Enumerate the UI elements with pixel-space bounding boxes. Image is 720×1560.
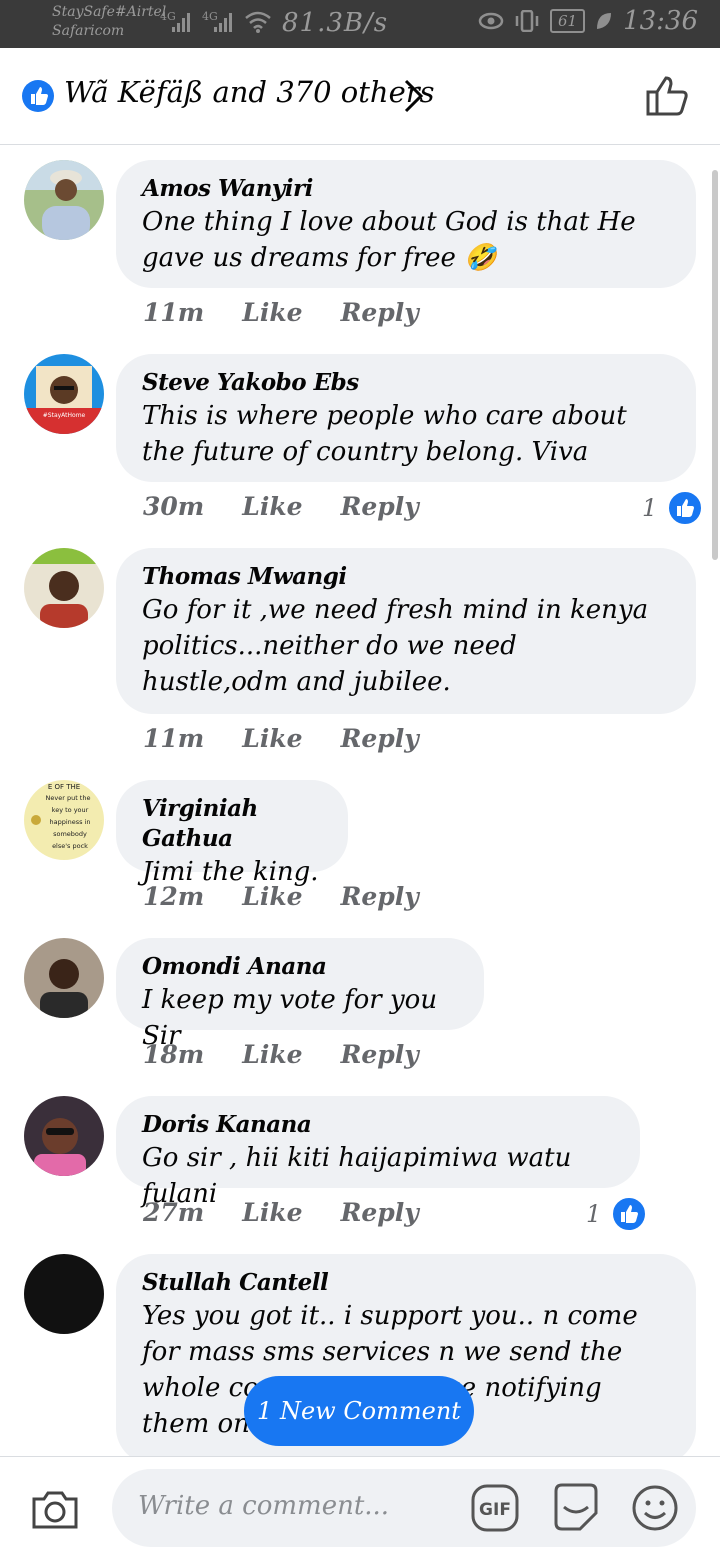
scrollbar[interactable]	[712, 170, 718, 560]
comment-author[interactable]: Thomas Mwangi	[142, 562, 670, 592]
comment-input[interactable]: Write a comment... GIF	[112, 1469, 696, 1547]
avatar[interactable]: E OF THE Never put the key to your happi…	[24, 780, 104, 860]
comment-bubble[interactable]: Virginiah Gathua Jimi the king.	[116, 780, 348, 887]
comment-time: 11m	[143, 724, 205, 753]
comment-author[interactable]: Virginiah Gathua	[142, 794, 322, 854]
like-reaction-icon	[611, 1196, 648, 1232]
comment-actions: 11m Like Reply	[143, 724, 419, 753]
avatar[interactable]	[24, 1254, 104, 1334]
like-reaction-icon	[22, 80, 54, 112]
comment-composer: Write a comment... GIF	[0, 1456, 720, 1560]
reply-link[interactable]: Reply	[341, 724, 419, 753]
avatar[interactable]	[24, 1096, 104, 1176]
new-comment-button[interactable]: 1 New Comment	[244, 1376, 474, 1446]
comment-actions: 30m Like Reply	[143, 492, 419, 521]
gif-label: GIF	[479, 1500, 511, 1520]
reaction-count-value: 1	[586, 1200, 602, 1228]
wifi-icon	[245, 11, 271, 33]
network-speed: 81.3B/s	[282, 8, 389, 38]
comment-text: This is where people who care about the …	[142, 401, 627, 467]
signal-icon-2	[214, 13, 232, 32]
like-link[interactable]: Like	[242, 298, 302, 327]
comment-time: 27m	[143, 1198, 205, 1227]
avatar-text-line: somebody	[53, 830, 87, 838]
like-link[interactable]: Like	[242, 882, 302, 911]
comment-bubble[interactable]: Omondi Anana I keep my vote for you Sir	[116, 938, 484, 1051]
comment-time: 30m	[143, 492, 205, 521]
eye-icon	[478, 12, 504, 30]
sticker-icon[interactable]	[550, 1481, 602, 1533]
like-link[interactable]: Like	[242, 1198, 302, 1227]
avatar[interactable]: #StayAtHome	[24, 354, 104, 434]
reply-link[interactable]: Reply	[341, 1040, 419, 1069]
comment-author[interactable]: Stullah Cantell	[142, 1268, 670, 1298]
emoji-icon[interactable]	[630, 1483, 680, 1533]
reply-link[interactable]: Reply	[341, 298, 419, 327]
avatar-text-line: Never put the	[46, 794, 91, 802]
comment-text: One thing I love about God is that He ga…	[142, 207, 636, 273]
comment-bubble[interactable]: Doris Kanana Go sir , hii kiti haijapimi…	[116, 1096, 640, 1209]
comment-actions: 12m Like Reply	[143, 882, 419, 911]
vibrate-icon	[515, 10, 539, 32]
reply-link[interactable]: Reply	[341, 492, 419, 521]
signal-icon	[172, 13, 190, 32]
comment-actions: 18m Like Reply	[143, 1040, 419, 1069]
comment-actions: 11m Like Reply	[143, 298, 419, 327]
comment-author[interactable]: Doris Kanana	[142, 1110, 614, 1140]
comments-sheet: Wã Këfäß and 370 others Amos Wanyiri One…	[0, 48, 720, 1560]
battery-level: 61	[549, 9, 586, 33]
reply-link[interactable]: Reply	[341, 1198, 419, 1227]
status-right: 61 13:36	[478, 6, 698, 36]
like-link[interactable]: Like	[242, 724, 302, 753]
reactions-header[interactable]: Wã Këfäß and 370 others	[0, 48, 720, 145]
comment-bubble[interactable]: Steve Yakobo Ebs This is where people wh…	[116, 354, 696, 482]
comment-text: Go for it ,we need fresh mind in kenya p…	[142, 595, 649, 697]
comment-bubble[interactable]: Amos Wanyiri One thing I love about God …	[116, 160, 696, 288]
comment-time: 18m	[143, 1040, 205, 1069]
avatar-text-line: happiness in	[49, 818, 90, 826]
comment-bubble[interactable]: Thomas Mwangi Go for it ,we need fresh m…	[116, 548, 696, 714]
reaction-count-value: 1	[642, 494, 658, 522]
comment-actions: 27m Like Reply	[143, 1198, 419, 1227]
avatar[interactable]	[24, 160, 104, 240]
like-outline-icon[interactable]	[644, 74, 690, 118]
chevron-right-icon[interactable]	[402, 78, 426, 114]
avatar-badge-text: #StayAtHome	[43, 412, 86, 419]
avatar-text-line: E OF THE	[48, 783, 80, 791]
avatar-text-line: else's pock	[52, 842, 88, 850]
avatar[interactable]	[24, 548, 104, 628]
status-bar: StaySafe#Airtel Safaricom 4G 4G 81.3B/s …	[0, 0, 720, 48]
comment-placeholder: Write a comment...	[138, 1491, 390, 1521]
camera-icon[interactable]	[30, 1487, 80, 1531]
like-reaction-icon	[667, 490, 704, 526]
avatar[interactable]	[24, 938, 104, 1018]
clock: 13:36	[623, 6, 698, 36]
comment-author[interactable]: Omondi Anana	[142, 952, 458, 982]
reply-link[interactable]: Reply	[341, 882, 419, 911]
reaction-count[interactable]: 1	[642, 490, 704, 526]
gif-icon[interactable]: GIF	[470, 1483, 520, 1533]
avatar-text-line: key to your	[52, 806, 89, 814]
carrier-1: StaySafe#Airtel	[52, 4, 167, 20]
comment-author[interactable]: Steve Yakobo Ebs	[142, 368, 670, 398]
carrier-labels: StaySafe#Airtel Safaricom	[52, 3, 166, 41]
leaf-icon	[597, 13, 612, 29]
like-link[interactable]: Like	[242, 492, 302, 521]
comment-time: 11m	[143, 298, 205, 327]
like-link[interactable]: Like	[242, 1040, 302, 1069]
reaction-count[interactable]: 1	[586, 1196, 648, 1232]
reactors-summary[interactable]: Wã Këfäß and 370 others	[64, 75, 434, 109]
comment-author[interactable]: Amos Wanyiri	[142, 174, 670, 204]
comment-time: 12m	[143, 882, 205, 911]
carrier-2: Safaricom	[52, 23, 125, 39]
